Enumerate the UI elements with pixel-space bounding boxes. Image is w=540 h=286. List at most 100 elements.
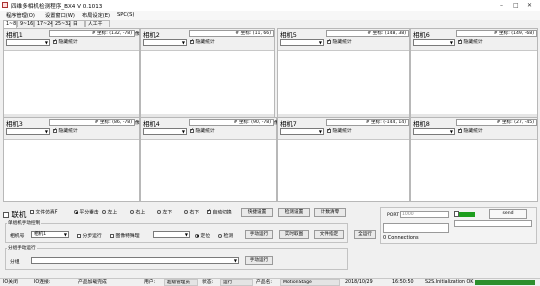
file-sim-checkbox[interactable] [30, 210, 34, 214]
app-icon [2, 2, 8, 8]
hide-stats-checkbox[interactable] [190, 127, 194, 134]
minimize-icon[interactable]: – [500, 2, 503, 9]
hide-stats-checkbox[interactable] [190, 38, 194, 45]
coordinate-display: # 坐标: (148, 38) [326, 30, 409, 37]
port-input[interactable]: 1000 [400, 211, 449, 218]
camera-select[interactable]: ▼ [6, 39, 50, 46]
chevron-down-icon: ▼ [233, 258, 237, 263]
window-title: 四维多相机检测程序_BX4 V 0.1013 [11, 4, 103, 10]
hide-stats-checkbox[interactable] [458, 38, 462, 45]
hide-stats-checkbox[interactable] [458, 127, 462, 134]
camera-title: 相机6 [413, 31, 430, 39]
camera-select[interactable]: ▼ [143, 128, 187, 135]
file-specify-button[interactable]: 文件指定 [314, 230, 344, 239]
reset-count-button[interactable]: 计数清零 [314, 208, 346, 217]
step-run-checkbox[interactable] [77, 233, 81, 238]
mode-label-top-right: 右上 [135, 210, 146, 216]
camera-title: 相机7 [280, 120, 297, 128]
close-icon[interactable]: ✕ [527, 2, 532, 9]
camera-panel-7: 相机7 # 坐标: (-144, 14) ▼ 隐藏统计 [277, 117, 410, 202]
connection-status: 0 Connections [383, 235, 419, 241]
hide-stats-checkbox[interactable] [327, 38, 331, 45]
send-button[interactable]: send [489, 209, 527, 219]
online-checkbox[interactable] [3, 212, 9, 218]
camera-number-select[interactable]: 相机1 ▼ [31, 231, 69, 238]
menu-spc[interactable]: SPC(S) [117, 12, 134, 18]
hide-stats-checkbox[interactable] [53, 127, 57, 134]
coordinate-display: # 坐标: (11, 66) [189, 30, 274, 37]
full-run-button[interactable]: 全运行 [354, 230, 376, 239]
time-display: 16:50:50 [392, 280, 414, 285]
camera-title: 相机8 [413, 120, 430, 128]
user-value: 超级管理员 [164, 279, 198, 286]
camera-select[interactable]: ▼ [280, 128, 324, 135]
product-label: 产品名: [256, 280, 273, 285]
camera-no-label: 相机号 [10, 234, 25, 239]
realtime-image-button[interactable]: 实时取图 [279, 230, 309, 239]
online-label: 联机 [11, 210, 27, 219]
mode-radio-bottom-left[interactable] [157, 210, 161, 214]
command-input[interactable] [454, 220, 532, 227]
init-status: S2S.Initialization OK [425, 280, 474, 285]
chevron-down-icon: ▼ [318, 40, 322, 45]
tab-17-24[interactable]: 17~24 [34, 20, 53, 27]
mode-radio-top-left[interactable] [102, 210, 106, 214]
date-display: 2018/10/29 [345, 280, 373, 285]
camera-select[interactable]: ▼ [6, 128, 50, 135]
camera-title: 相机1 [6, 31, 23, 39]
io-connection-status: IO连接: [34, 280, 51, 285]
product-value: MotionStage [280, 279, 340, 286]
auto-switch-checkbox[interactable] [207, 208, 211, 214]
camera-panel-6: 相机6 # 坐标: (149, -68) ▼ 隐藏统计 [410, 28, 538, 118]
camera-select[interactable]: ▼ [413, 39, 455, 46]
hide-stats-checkbox[interactable] [327, 127, 331, 134]
image-special-checkbox[interactable] [110, 233, 114, 238]
image-mode-select[interactable]: ▼ [153, 231, 190, 238]
detect-label: 检测 [223, 234, 234, 239]
mode-radio-bottom-right[interactable] [184, 210, 188, 214]
tab-log[interactable]: 日志 [70, 20, 85, 34]
coordinate-display: # 坐标: (149, -68) [456, 30, 537, 37]
coordinate-display: # 坐标: (-144, 14) [326, 119, 409, 126]
chevron-down-icon: ▼ [44, 40, 48, 45]
tab-25-32[interactable]: 25~32 [52, 20, 71, 27]
detect-radio[interactable] [218, 233, 222, 238]
detect-settings-button[interactable]: 检测设置 [278, 208, 310, 217]
group-label: 分组 [10, 260, 20, 265]
hide-stats-checkbox[interactable] [53, 38, 57, 45]
mode-radio-top-right[interactable] [130, 210, 134, 214]
camera-panel-3: 相机3 # 坐标: (86, -78) 像 ▼ 隐藏统计 [3, 117, 140, 202]
hide-stats-label: 隐藏统计 [58, 129, 78, 134]
position-radio[interactable] [195, 233, 199, 238]
camera-select[interactable]: ▼ [280, 39, 324, 46]
camera-number-value: 相机1 [34, 232, 47, 237]
menu-window[interactable]: 设置窗口(W) [45, 12, 75, 19]
connected-indicator [459, 212, 475, 217]
menu-layout[interactable]: 布局设定(E) [82, 12, 110, 19]
file-sim-label: 文件仿真F [35, 210, 58, 216]
menu-program[interactable]: 程序管理(O) [6, 12, 35, 19]
camera-select[interactable]: ▼ [413, 128, 455, 135]
chevron-down-icon: ▼ [318, 129, 322, 134]
coordinate-display: # 坐标: (86, -78) [49, 119, 135, 126]
coordinate-display: # 坐标: (27, -45) [456, 119, 537, 126]
single-group-title: 单组机手动控制 [7, 220, 42, 226]
chevron-down-icon: ▼ [449, 129, 453, 134]
chevron-down-icon: ▼ [184, 232, 188, 237]
maximize-icon[interactable]: □ [513, 2, 519, 9]
manual-run-button[interactable]: 手动运行 [245, 230, 273, 239]
tab-manual[interactable]: 人工干涉 [85, 20, 110, 34]
camera-panel-1: 相机1 # 坐标: (132, -78) 像 ▼ 隐藏统计 [3, 28, 140, 118]
tab-1-8[interactable]: 1~8 [3, 20, 17, 28]
group-select[interactable]: ▼ [31, 257, 239, 264]
quick-settings-button[interactable]: 快捷设置 [241, 208, 273, 217]
mode-radio-split[interactable] [74, 210, 78, 214]
hide-stats-label: 隐藏统计 [332, 129, 352, 134]
side-label: 像 [135, 121, 140, 126]
tab-9-16[interactable]: 9~16 [17, 20, 34, 27]
hide-stats-label: 隐藏统计 [463, 40, 483, 45]
hide-stats-label: 隐藏统计 [332, 40, 352, 45]
camera-select[interactable]: ▼ [143, 39, 187, 46]
group-manual-run-button[interactable]: 手动运行 [245, 256, 273, 265]
position-label: 定位 [200, 234, 211, 239]
